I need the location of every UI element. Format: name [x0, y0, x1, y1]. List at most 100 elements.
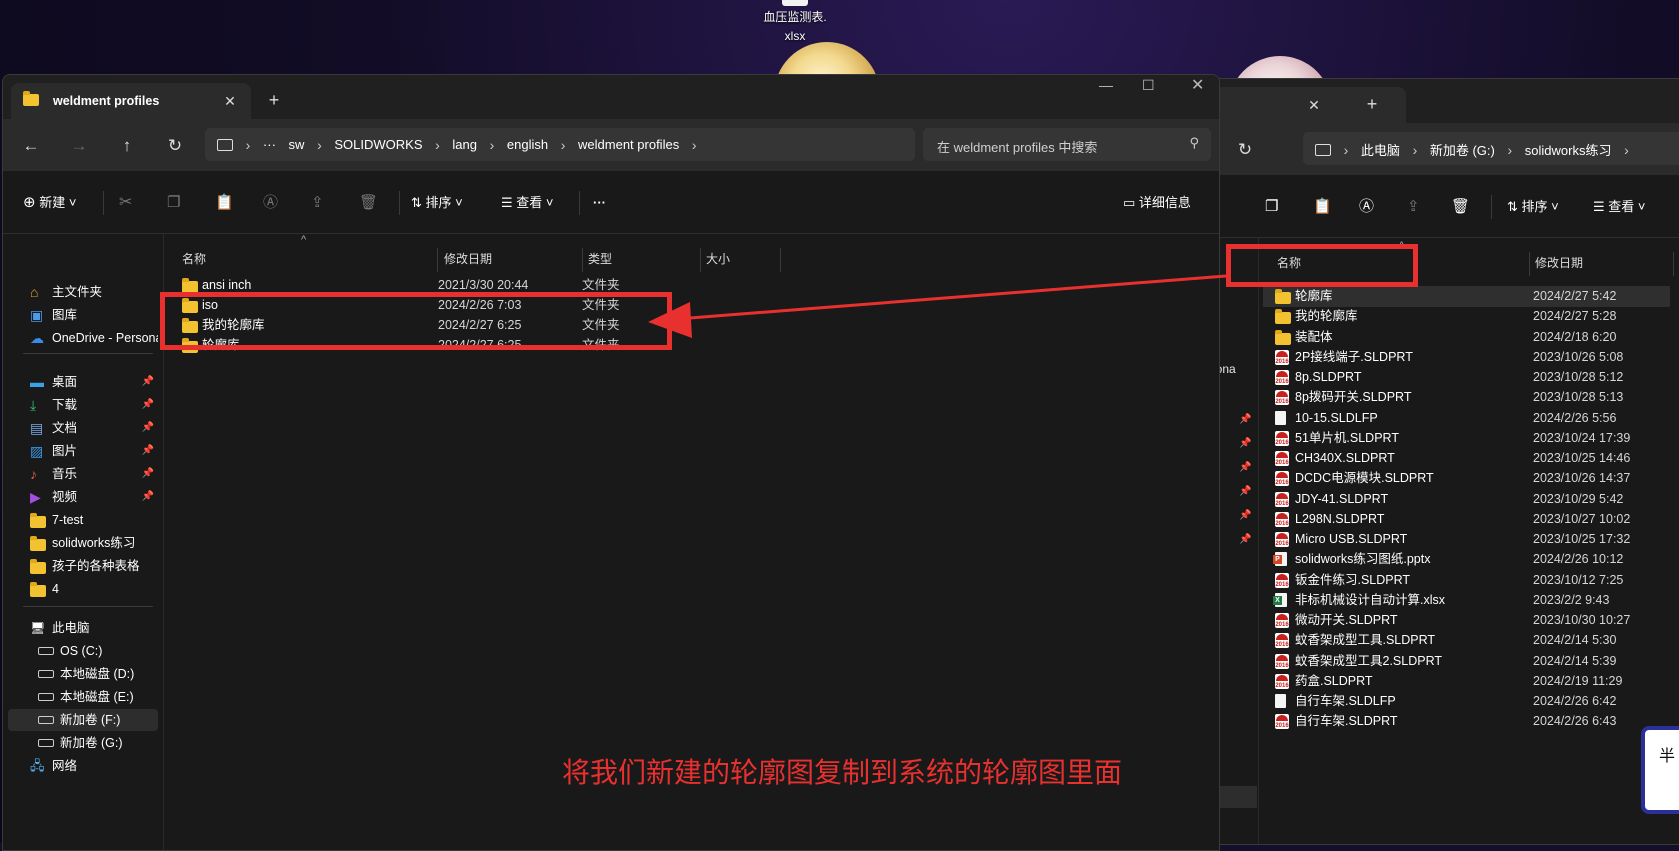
sidebar-item[interactable]: 本地磁盘 (D:): [8, 663, 158, 685]
details-button[interactable]: ▭ 详细信息: [1123, 191, 1191, 215]
sidebar-item[interactable]: 🖥 此电脑: [8, 617, 158, 639]
breadcrumb-item[interactable]: lang: [452, 137, 477, 152]
new-button[interactable]: ⊕ 新建 ˅: [23, 191, 76, 215]
close-tab-icon[interactable]: ✕: [1303, 94, 1325, 116]
explorer-window-main[interactable]: weldment profiles ✕ + — ☐ ✕ ← → ↑ ↻ › ··…: [2, 74, 1220, 851]
view-button[interactable]: ☰ 查看 ˅: [1593, 195, 1646, 219]
sidebar-item[interactable]: ▤ 文档 📌: [8, 417, 158, 439]
sidebar-item[interactable]: 4: [8, 578, 158, 600]
file-row[interactable]: DCDC电源模块.SLDPRT2023/10/26 14:37: [1263, 468, 1670, 489]
corner-badge[interactable]: 半: [1641, 726, 1679, 814]
sidebar-item[interactable]: ▬ 桌面 📌: [8, 371, 158, 393]
file-row[interactable]: 轮廓库 2024/2/27 5:42: [1263, 286, 1670, 307]
file-row[interactable]: 非标机械设计自动计算.xlsx2023/2/2 9:43: [1263, 590, 1670, 611]
sort-button[interactable]: ⇅ 排序 ˅: [1507, 195, 1559, 219]
breadcrumb-item[interactable]: weldment profiles: [578, 137, 679, 152]
maximize-button[interactable]: ☐: [1142, 77, 1155, 94]
new-tab-button[interactable]: +: [1359, 91, 1385, 117]
file-row[interactable]: solidworks练习图纸.pptx2024/2/26 10:12: [1263, 549, 1670, 570]
forward-button[interactable]: →: [65, 132, 93, 160]
file-row[interactable]: 装配体 2024/2/18 6:20: [1263, 327, 1670, 348]
column-header-type[interactable]: 类型: [588, 248, 612, 270]
address-bar[interactable]: › 此电脑 › 新加卷 (G:) › solidworks练习 ›: [1303, 132, 1679, 165]
rename-icon[interactable]: Ⓐ: [263, 191, 278, 215]
tab-strip: weldment profiles ✕ + — ☐ ✕: [3, 75, 1219, 119]
paste-icon[interactable]: 📋: [1313, 195, 1332, 219]
file-row[interactable]: Micro USB.SLDPRT2023/10/25 17:32: [1263, 529, 1670, 550]
column-header-date[interactable]: 修改日期: [1535, 252, 1583, 274]
desktop-file-label[interactable]: 血压监测表. xlsx: [740, 8, 850, 46]
back-button[interactable]: ←: [17, 132, 45, 160]
sidebar-item[interactable]: 本地磁盘 (E:): [8, 686, 158, 708]
refresh-button[interactable]: ↻: [161, 132, 189, 160]
file-row[interactable]: 蚊香架成型工具.SLDPRT2024/2/14 5:30: [1263, 630, 1670, 651]
column-header-name[interactable]: 名称: [182, 248, 206, 270]
file-row[interactable]: CH340X.SLDPRT2023/10/25 14:46: [1263, 448, 1670, 469]
sidebar-item[interactable]: ▨ 图片 📌: [8, 440, 158, 462]
file-list[interactable]: 名称 ^ 修改日期 轮廓库 2024/2/27 5:42 我的轮廓库 2024/2/2…: [1258, 238, 1679, 844]
breadcrumb-item[interactable]: SOLIDWORKS: [334, 137, 422, 152]
breadcrumb-item[interactable]: sw: [289, 137, 305, 152]
plus-circle-icon: ⊕: [23, 194, 36, 211]
file-row[interactable]: JDY-41.SLDPRT2023/10/29 5:42: [1263, 489, 1670, 510]
share-icon[interactable]: ⇪: [1407, 195, 1420, 219]
file-row[interactable]: 自行车架.SLDPRT2024/2/26 6:43: [1263, 711, 1670, 732]
column-header-size[interactable]: 大小: [706, 248, 730, 270]
file-row[interactable]: 自行车架.SLDLFP 2024/2/26 6:42: [1263, 691, 1670, 712]
delete-icon[interactable]: 🗑: [1451, 195, 1470, 219]
file-row[interactable]: 8p拨码开关.SLDPRT2023/10/28 5:13: [1263, 387, 1670, 408]
sidebar-item[interactable]: ⌂ 主文件夹: [8, 281, 158, 303]
file-row[interactable]: L298N.SLDPRT2023/10/27 10:02: [1263, 509, 1670, 530]
search-input[interactable]: 在 weldment profiles 中搜索: [937, 137, 1097, 156]
sidebar-item[interactable]: 孩子的各种表格: [8, 555, 158, 577]
sidebar-item[interactable]: 新加卷 (G:): [8, 732, 158, 754]
more-options-button[interactable]: ···: [593, 191, 606, 215]
close-window-button[interactable]: ✕: [1191, 75, 1204, 95]
file-row[interactable]: 8p.SLDPRT2023/10/28 5:12: [1263, 367, 1670, 388]
breadcrumb-item[interactable]: 新加卷 (G:): [1430, 140, 1495, 159]
sidebar-item[interactable]: ☁ OneDrive - Personal: [8, 327, 158, 349]
sidebar-item[interactable]: solidworks练习: [8, 532, 158, 554]
sidebar-item[interactable]: ▣ 图库: [8, 304, 158, 326]
share-icon[interactable]: ⇪: [311, 191, 324, 215]
file-row[interactable]: 2P接线端子.SLDPRT2023/10/26 5:08: [1263, 347, 1670, 368]
new-tab-button[interactable]: +: [261, 87, 287, 113]
sidebar-item[interactable]: ▶ 视频 📌: [8, 486, 158, 508]
file-row[interactable]: 蚊香架成型工具2.SLDPRT2024/2/14 5:39: [1263, 651, 1670, 672]
rename-icon[interactable]: Ⓐ: [1359, 195, 1374, 219]
refresh-button[interactable]: ↻: [1231, 136, 1259, 164]
sidebar-item[interactable]: 7-test: [8, 509, 158, 531]
sidebar-item[interactable]: ⤓ 下载 📌: [8, 394, 158, 416]
search-box[interactable]: 在 weldment profiles 中搜索 ⚲: [923, 128, 1211, 161]
up-button[interactable]: ↑: [113, 132, 141, 160]
breadcrumb-item[interactable]: 此电脑: [1361, 140, 1400, 159]
minimize-button[interactable]: —: [1099, 77, 1113, 93]
copy-icon[interactable]: ❐: [167, 191, 180, 215]
file-row[interactable]: 10-15.SLDLFP 2024/2/26 5:56: [1263, 408, 1670, 429]
view-button[interactable]: ☰ 查看 ˅: [501, 191, 554, 215]
sort-button[interactable]: ⇅ 排序 ˅: [411, 191, 463, 215]
sidebar-item[interactable]: ♪ 音乐 📌: [8, 463, 158, 485]
column-header-date[interactable]: 修改日期: [444, 248, 492, 270]
close-tab-icon[interactable]: ✕: [219, 90, 241, 112]
breadcrumb-overflow[interactable]: ···: [263, 137, 276, 152]
breadcrumb-item[interactable]: solidworks练习: [1525, 140, 1612, 159]
breadcrumb-item[interactable]: english: [507, 137, 548, 152]
sidebar-item[interactable]: OS (C:): [8, 640, 158, 662]
cut-icon[interactable]: ✂: [119, 191, 132, 215]
address-bar[interactable]: › ··· sw › SOLIDWORKS › lang › english ›…: [205, 128, 915, 161]
sidebar-item[interactable]: 新加卷 (F:): [8, 709, 158, 731]
file-row[interactable]: 微动开关.SLDPRT2023/10/30 10:27: [1263, 610, 1670, 631]
tab-weldment-profiles[interactable]: weldment profiles ✕: [11, 83, 251, 119]
explorer-window-back[interactable]: 习 ✕ + ↑ ↻ › 此电脑 › 新加卷 (G:) › solidworks练…: [1200, 78, 1679, 845]
copy-icon[interactable]: ❐: [1265, 195, 1278, 219]
delete-icon[interactable]: 🗑: [359, 191, 378, 215]
file-row[interactable]: 我的轮廓库 2024/2/27 5:28: [1263, 306, 1670, 327]
file-row[interactable]: 药盒.SLDPRT2024/2/19 11:29: [1263, 671, 1670, 692]
desktop-file-icon[interactable]: [782, 0, 808, 6]
file-row[interactable]: 51单片机.SLDPRT2023/10/24 17:39: [1263, 428, 1670, 449]
folder-icon: [30, 535, 46, 554]
sidebar-item[interactable]: 🖧 网络: [8, 755, 158, 777]
file-row[interactable]: 钣金件练习.SLDPRT2023/10/12 7:25: [1263, 570, 1670, 591]
paste-icon[interactable]: 📋: [215, 191, 234, 215]
